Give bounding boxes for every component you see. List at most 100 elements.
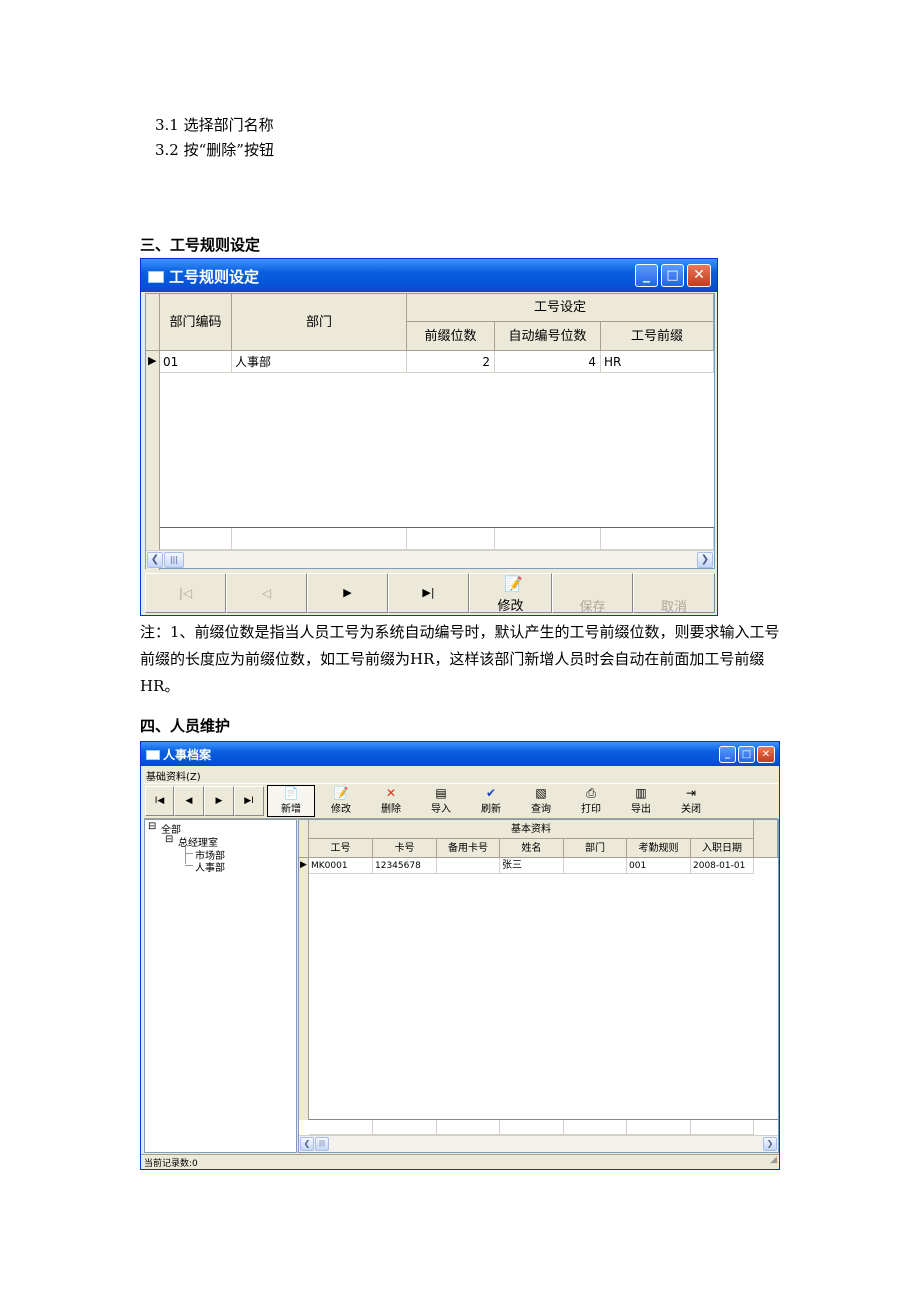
section3-title: 三、工号规则设定 bbox=[140, 236, 261, 254]
header-emp-no[interactable]: 工号 bbox=[309, 839, 373, 858]
footer-cell bbox=[495, 528, 601, 550]
new-label: 新增 bbox=[281, 804, 301, 815]
close-button[interactable]: ⇥ 关闭 bbox=[667, 786, 715, 816]
tree-line bbox=[185, 846, 186, 864]
delete-button[interactable]: ✕ 删除 bbox=[367, 786, 415, 816]
cell-name[interactable]: 张三 bbox=[500, 858, 564, 874]
resize-grip-icon[interactable]: ◢ bbox=[770, 1155, 777, 1165]
header-prefix[interactable]: 工号前缀 bbox=[601, 322, 714, 351]
close-icon[interactable]: ✕ bbox=[757, 746, 775, 763]
scroll-left-icon[interactable]: ❮ bbox=[300, 1137, 314, 1151]
row-indicator-column: ▶ bbox=[299, 858, 309, 1120]
cell-attendance-rule[interactable]: 001 bbox=[627, 858, 691, 874]
scroll-thumb[interactable]: ||| bbox=[315, 1137, 329, 1151]
horizontal-scrollbar[interactable]: ❮ ||| ❯ bbox=[299, 1135, 778, 1152]
cell-dept[interactable] bbox=[564, 858, 627, 874]
nav-last-button[interactable]: ▶| bbox=[388, 573, 469, 613]
edit-button[interactable]: 📝 修改 bbox=[317, 786, 365, 816]
header-dept[interactable]: 部门 bbox=[232, 294, 407, 351]
header-backup-card[interactable]: 备用卡号 bbox=[437, 839, 500, 858]
tree-line bbox=[185, 865, 193, 866]
row-indicator[interactable]: ▶ bbox=[146, 351, 160, 373]
footer-cell bbox=[407, 528, 495, 550]
cell-prefix-digits[interactable]: 2 bbox=[407, 351, 495, 373]
window-icon bbox=[146, 750, 160, 760]
scroll-right-icon[interactable]: ❯ bbox=[763, 1137, 777, 1151]
nav-first-button[interactable]: |◁ bbox=[145, 573, 226, 613]
cancel-label: 取消 bbox=[660, 600, 687, 615]
header-hire-date[interactable]: 入职日期 bbox=[691, 839, 754, 858]
cell-dept[interactable]: 人事部 bbox=[232, 351, 407, 373]
cell-hire-date[interactable]: 2008-01-01 bbox=[691, 858, 754, 874]
footer-cell bbox=[232, 528, 407, 550]
horizontal-scrollbar[interactable]: ❮ ||| ❯ bbox=[146, 550, 714, 568]
edit-button[interactable]: 📝 修改 bbox=[469, 573, 552, 614]
step-3-1: 3.1 选择部门名称 bbox=[155, 116, 274, 134]
query-button[interactable]: ▧ 查询 bbox=[517, 786, 565, 816]
personnel-file-window: 人事档案 _ □ ✕ 基础资料(Z) I◀ ◀ ▶ ▶I 📄 新增 📝 修改 ✕… bbox=[140, 741, 780, 1170]
header-attendance-rule[interactable]: 考勤规则 bbox=[627, 839, 691, 858]
row-pointer-icon: ▶ bbox=[300, 860, 307, 870]
cell-backup-card[interactable] bbox=[437, 858, 500, 874]
footer-cell bbox=[691, 1120, 754, 1135]
query-icon: ▧ bbox=[535, 786, 547, 800]
scroll-thumb[interactable]: ||| bbox=[164, 552, 184, 568]
print-label: 打印 bbox=[581, 804, 601, 815]
import-button[interactable]: ▤ 导入 bbox=[417, 786, 465, 816]
cell-prefix[interactable]: HR bbox=[601, 351, 714, 373]
grid-corner bbox=[146, 294, 160, 351]
tree-collapse-icon[interactable]: ⊟ bbox=[165, 834, 173, 845]
cell-auto-digits[interactable]: 4 bbox=[495, 351, 601, 373]
query-label: 查询 bbox=[531, 804, 551, 815]
nav-prev-button[interactable]: ◁ bbox=[226, 573, 307, 613]
header-dept-code[interactable]: 部门编码 bbox=[160, 294, 232, 351]
tree-collapse-icon[interactable]: ⊟ bbox=[148, 821, 156, 832]
maximize-icon[interactable]: □ bbox=[738, 746, 755, 763]
nav-next-button[interactable]: ▶ bbox=[307, 573, 388, 613]
menu-basic-data[interactable]: 基础资料(Z) bbox=[146, 768, 201, 783]
print-button[interactable]: ⎙ 打印 bbox=[567, 786, 615, 816]
header-name[interactable]: 姓名 bbox=[500, 839, 564, 858]
save-label: 保存 bbox=[579, 600, 606, 615]
cancel-button[interactable]: 取消 bbox=[633, 573, 715, 615]
minimize-icon[interactable]: _ bbox=[635, 264, 658, 287]
close-icon[interactable]: ✕ bbox=[687, 264, 711, 287]
maximize-icon[interactable]: □ bbox=[661, 264, 684, 287]
export-label: 导出 bbox=[631, 804, 651, 815]
edit-label: 修改 bbox=[331, 804, 351, 815]
export-button[interactable]: ▥ 导出 bbox=[617, 786, 665, 816]
cell-dept-code[interactable]: 01 bbox=[160, 351, 232, 373]
refresh-button[interactable]: ✔ 刷新 bbox=[467, 786, 515, 816]
scroll-right-icon[interactable]: ❯ bbox=[697, 552, 713, 568]
footer-cell bbox=[437, 1120, 500, 1135]
personnel-grid: 基本资料 工号 卡号 备用卡号 姓名 部门 考勤规则 入职日期 ▶ MK0001… bbox=[298, 819, 779, 1153]
nav-prev-button[interactable]: ◀ bbox=[174, 786, 204, 816]
note-paragraph: 注：1、前缀位数是指当人员工号为系统自动编号时，默认产生的工号前缀位数，则要求输… bbox=[140, 623, 780, 695]
window-title: 工号规则设定 bbox=[169, 268, 260, 286]
tree-node-hr[interactable]: 人事部 bbox=[195, 859, 225, 874]
header-auto-digits[interactable]: 自动编号位数 bbox=[495, 322, 601, 351]
save-button[interactable]: 保存 bbox=[552, 573, 633, 615]
nav-first-button[interactable]: I◀ bbox=[145, 786, 174, 816]
new-button[interactable]: 📄 新增 bbox=[267, 785, 315, 817]
header-dept[interactable]: 部门 bbox=[564, 839, 627, 858]
exit-door-icon: ⇥ bbox=[685, 786, 697, 800]
footer-cell bbox=[601, 528, 714, 550]
header-overflow bbox=[754, 820, 778, 858]
edit-icon: 📝 bbox=[504, 575, 523, 593]
status-record-count: 当前记录数:0 bbox=[144, 1159, 198, 1169]
nav-last-button[interactable]: ▶I bbox=[234, 786, 264, 816]
status-bar: 当前记录数:0 ◢ bbox=[141, 1154, 779, 1169]
delete-label: 删除 bbox=[381, 804, 401, 815]
window-titlebar: 工号规则设定 _ □ ✕ bbox=[141, 259, 717, 292]
header-prefix-digits[interactable]: 前缀位数 bbox=[407, 322, 495, 351]
cell-card-no[interactable]: 12345678 bbox=[373, 858, 437, 874]
cell-emp-no[interactable]: MK0001 bbox=[309, 858, 373, 874]
nav-next-button[interactable]: ▶ bbox=[204, 786, 234, 816]
printer-icon: ⎙ bbox=[586, 786, 596, 800]
minimize-icon[interactable]: _ bbox=[719, 746, 736, 763]
delete-x-icon: ✕ bbox=[385, 786, 397, 800]
close-label: 关闭 bbox=[681, 804, 701, 815]
header-card-no[interactable]: 卡号 bbox=[373, 839, 437, 858]
scroll-left-icon[interactable]: ❮ bbox=[147, 552, 163, 568]
